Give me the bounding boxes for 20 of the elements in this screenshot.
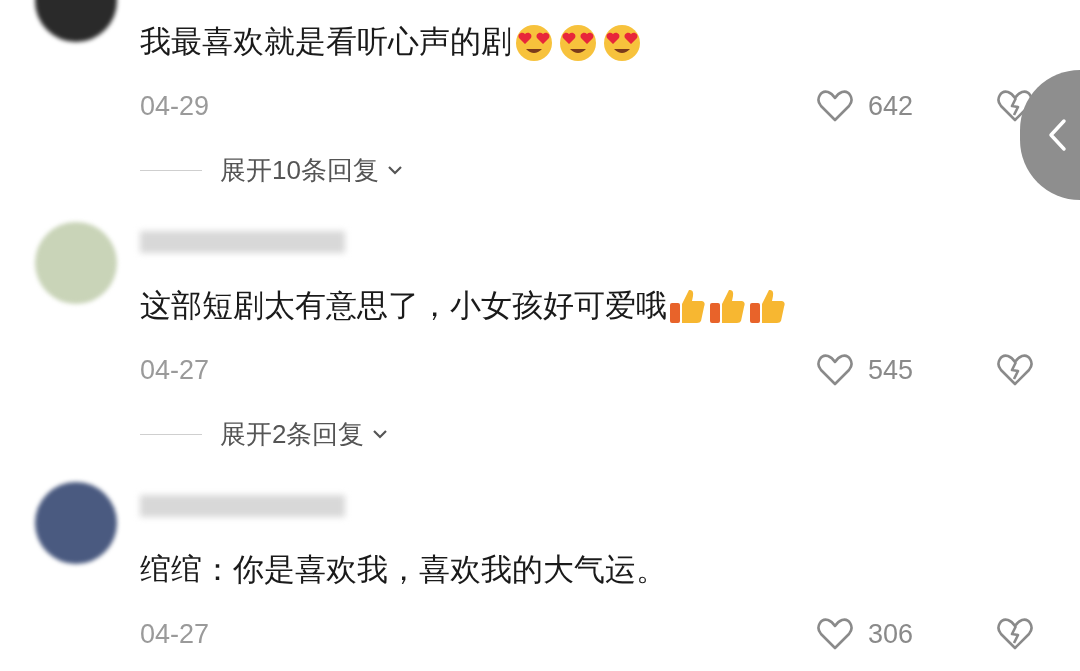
comment-text: 我最喜欢就是看听心声的剧 — [140, 22, 512, 61]
heart-icon[interactable] — [816, 353, 854, 387]
comment-date: 04-27 — [140, 617, 210, 651]
like-count: 306 — [868, 617, 915, 651]
comment-text: 这部短剧太有意思了，小女孩好可爱哦 — [140, 286, 667, 325]
expand-replies-button[interactable]: 展开10条回复 — [220, 150, 403, 190]
heart-icon[interactable] — [816, 617, 854, 651]
heart-icon[interactable] — [816, 89, 854, 123]
chevron-left-icon — [1046, 118, 1068, 152]
avatar[interactable] — [35, 482, 117, 564]
broken-heart-icon[interactable] — [996, 353, 1034, 387]
broken-heart-icon[interactable] — [996, 617, 1034, 651]
expand-replies-button[interactable]: 展开2条回复 — [220, 414, 389, 454]
comment-text: 绾绾：你是喜欢我，喜欢我的大气运。 — [140, 550, 667, 589]
chevron-down-icon — [386, 165, 403, 175]
chevron-down-icon — [372, 429, 389, 439]
like-count: 545 — [868, 353, 915, 387]
comment-date: 04-27 — [140, 353, 210, 387]
like-count: 642 — [868, 89, 915, 123]
comment-date: 04-29 — [140, 89, 210, 123]
